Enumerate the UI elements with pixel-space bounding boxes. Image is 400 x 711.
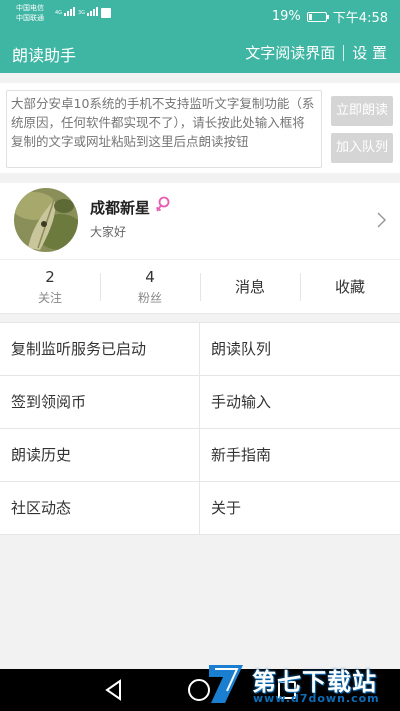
input-card: 立即朗读 加入队列 xyxy=(0,83,400,173)
text-input[interactable] xyxy=(6,90,322,168)
menu-community[interactable]: 社区动态 xyxy=(0,482,200,535)
female-icon xyxy=(155,196,170,212)
favorites-button[interactable]: 收藏 xyxy=(300,260,400,313)
signal-4g-icon: 4G xyxy=(55,7,76,16)
battery-percent: 19% xyxy=(271,9,301,24)
status-bar: 中国电信 中国联通 4G 3G 19% 下午4:58 xyxy=(0,0,400,30)
menu-manual-input[interactable]: 手动输入 xyxy=(200,376,400,429)
username: 成都新星 xyxy=(90,199,151,217)
watermark: 第七下载站 www.d7down.com xyxy=(205,659,400,711)
notification-icon xyxy=(101,8,111,18)
menu-grid: 复制监听服务已启动 朗读队列 签到领阅币 手动输入 朗读历史 新手指南 社区动态… xyxy=(0,322,400,535)
battery-icon xyxy=(306,11,329,22)
following-label: 关注 xyxy=(37,291,62,305)
favorites-label: 收藏 xyxy=(334,278,365,296)
settings-button[interactable]: 设 置 xyxy=(352,42,387,63)
clock: 下午4:58 xyxy=(332,11,388,26)
action-divider xyxy=(343,44,345,61)
menu-read-history[interactable]: 朗读历史 xyxy=(0,429,200,482)
following-count: 2 xyxy=(45,268,55,286)
stats-row: 2 关注 4 粉丝 消息 收藏 xyxy=(0,260,400,314)
signal-3g-icon: 3G xyxy=(78,7,99,16)
watermark-url: www.d7down.com xyxy=(253,692,380,705)
add-to-queue-button[interactable]: 加入队列 xyxy=(331,133,393,163)
carrier-1: 中国电信 xyxy=(16,4,44,12)
profile-card[interactable]: 成都新星 大家好 xyxy=(0,183,400,260)
app-bar: 朗读助手 文字阅读界面 设 置 xyxy=(0,30,400,73)
carrier-2: 中国联通 xyxy=(16,14,44,22)
fans-stat[interactable]: 4 粉丝 xyxy=(100,260,200,313)
menu-about[interactable]: 关于 xyxy=(200,482,400,535)
user-bio: 大家好 xyxy=(90,225,127,239)
back-icon[interactable] xyxy=(104,679,124,701)
fans-count: 4 xyxy=(145,268,155,286)
carrier-info: 中国电信 中国联通 xyxy=(16,3,44,23)
menu-read-queue[interactable]: 朗读队列 xyxy=(200,323,400,376)
menu-beginner-guide[interactable]: 新手指南 xyxy=(200,429,400,482)
fans-label: 粉丝 xyxy=(137,291,162,305)
avatar[interactable] xyxy=(14,188,78,252)
watermark-logo-icon xyxy=(209,665,243,703)
app-title: 朗读助手 xyxy=(12,46,77,65)
following-stat[interactable]: 2 关注 xyxy=(0,260,100,313)
chevron-right-icon[interactable] xyxy=(374,210,388,230)
messages-label: 消息 xyxy=(234,278,265,296)
menu-checkin[interactable]: 签到领阅币 xyxy=(0,376,200,429)
text-reader-button[interactable]: 文字阅读界面 xyxy=(245,42,335,63)
read-now-button[interactable]: 立即朗读 xyxy=(331,96,393,126)
menu-copy-monitor[interactable]: 复制监听服务已启动 xyxy=(0,323,200,376)
messages-button[interactable]: 消息 xyxy=(200,260,300,313)
